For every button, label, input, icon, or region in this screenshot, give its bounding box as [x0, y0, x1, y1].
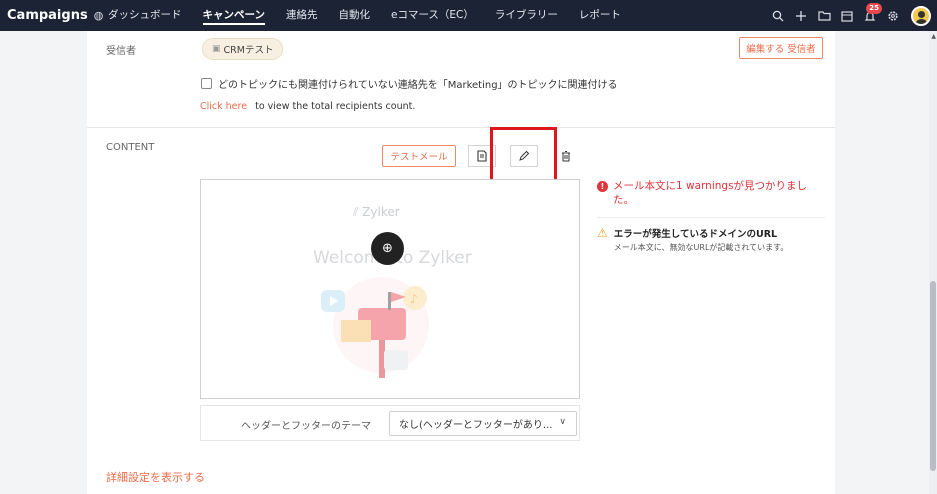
show-advanced-settings-link[interactable]: 詳細設定を表示する [106, 469, 205, 485]
trash-icon [562, 151, 570, 162]
warning-item-invalid-url: ⚠ エラーが発生しているドメインのURL メール本文に、無効なURLが記載されて… [597, 226, 825, 253]
top-tools: 25 [765, 0, 931, 31]
header-footer-theme-label: ヘッダーとフッターのテーマ [241, 421, 371, 432]
section-divider [87, 127, 835, 128]
document-copy-icon [477, 150, 487, 162]
mailbox-illustration: ♪ [321, 277, 429, 378]
nav-item-contacts[interactable]: 連絡先 [286, 0, 318, 31]
app-brand[interactable]: Campaigns ◍ [0, 8, 103, 23]
user-avatar[interactable] [911, 5, 931, 26]
gear-icon[interactable] [883, 6, 903, 26]
scrollbar-thumb[interactable] [930, 281, 936, 471]
recipients-label: 受信者 [106, 46, 136, 57]
click-here-link[interactable]: Click here [200, 101, 247, 112]
nav-item-automation[interactable]: 自動化 [338, 0, 370, 31]
recipients-count-text: to view the total recipients count. [255, 101, 416, 112]
test-mail-button[interactable]: テストメール [382, 145, 456, 167]
nav-item-reports[interactable]: レポート [579, 0, 621, 31]
associate-topic-row[interactable]: どのトピックにも関連付けられていない連絡先を「Marketing」のトピックに関… [201, 76, 618, 91]
main-nav: ダッシュボード キャンペーン 連絡先 自動化 eコマース（EC） ライブラリー … [108, 0, 642, 31]
add-icon[interactable] [791, 6, 811, 26]
warning-item-title: エラーが発生しているドメインのURL [613, 229, 778, 240]
svg-text:♪: ♪ [410, 292, 418, 306]
brand-name: Campaigns [7, 8, 88, 23]
preview-logo: ⫽ Zylker [353, 205, 400, 220]
warning-summary-text: メール本文に1 warningsが見つかりました。 [613, 180, 808, 206]
header-footer-theme-select[interactable]: なし(ヘッダーとフッターがあり... ∨ [389, 411, 577, 436]
preview-logo-text: Zylker [362, 205, 400, 219]
search-icon[interactable] [768, 6, 788, 26]
recipient-tag-text: CRMテスト [223, 45, 274, 56]
recipients-count-info: Click here to view the total recipients … [200, 101, 415, 112]
warning-triangle-icon: ⚠ [597, 226, 608, 240]
notification-badge: 25 [866, 2, 882, 14]
folder-icon[interactable] [814, 6, 834, 26]
email-preview[interactable]: ⫽ Zylker Welcome to Zylker ⊕ ♪ [200, 179, 580, 399]
header-footer-theme-value: なし(ヘッダーとフッターがあり... [399, 420, 553, 431]
zylker-logo-icon: ⫽ [353, 205, 363, 219]
warnings-panel: ! メール本文に1 warningsが見つかりました。 ⚠ エラーが発生している… [597, 179, 825, 253]
nav-item-library[interactable]: ライブラリー [495, 0, 558, 31]
error-icon: ! [597, 181, 608, 192]
content-label: CONTENT [106, 142, 155, 153]
bell-icon[interactable]: 25 [860, 2, 882, 26]
chevron-down-icon: ∨ [559, 417, 566, 427]
edit-button-highlight [490, 127, 557, 184]
campaign-detail-page: 受信者 ▣ CRMテスト 編集する 受信者 どのトピックにも関連付けられていない… [87, 31, 835, 494]
warning-item-body: エラーが発生しているドメインのURL メール本文に、無効なURLが記載されていま… [614, 226, 789, 253]
scroll-up-arrow-icon[interactable]: ▲ [931, 33, 936, 40]
zoom-in-icon[interactable]: ⊕ [371, 232, 404, 265]
nav-item-ecommerce[interactable]: eコマース（EC） [391, 0, 474, 31]
page-scrollbar[interactable] [929, 31, 937, 494]
globe-icon[interactable]: ◍ [94, 9, 104, 22]
warning-item-description: メール本文に、無効なURLが記載されています。 [613, 243, 789, 252]
warning-summary: ! メール本文に1 warningsが見つかりました。 [597, 179, 825, 218]
top-navigation-bar: Campaigns ◍ ダッシュボード キャンペーン 連絡先 自動化 eコマース… [0, 0, 937, 31]
associate-topic-checkbox[interactable] [201, 78, 212, 89]
calendar-icon[interactable] [837, 6, 857, 26]
edit-recipients-button[interactable]: 編集する 受信者 [739, 37, 823, 59]
nav-item-campaigns[interactable]: キャンペーン [202, 0, 266, 31]
recipient-list-tag: ▣ CRMテスト [202, 38, 284, 60]
associate-topic-text: どのトピックにも関連付けられていない連絡先を「Marketing」のトピックに関… [218, 80, 618, 91]
header-footer-theme-row: ヘッダーとフッターのテーマ なし(ヘッダーとフッターがあり... ∨ [200, 405, 580, 441]
list-icon: ▣ [212, 44, 221, 54]
nav-item-dashboard[interactable]: ダッシュボード [108, 0, 182, 31]
